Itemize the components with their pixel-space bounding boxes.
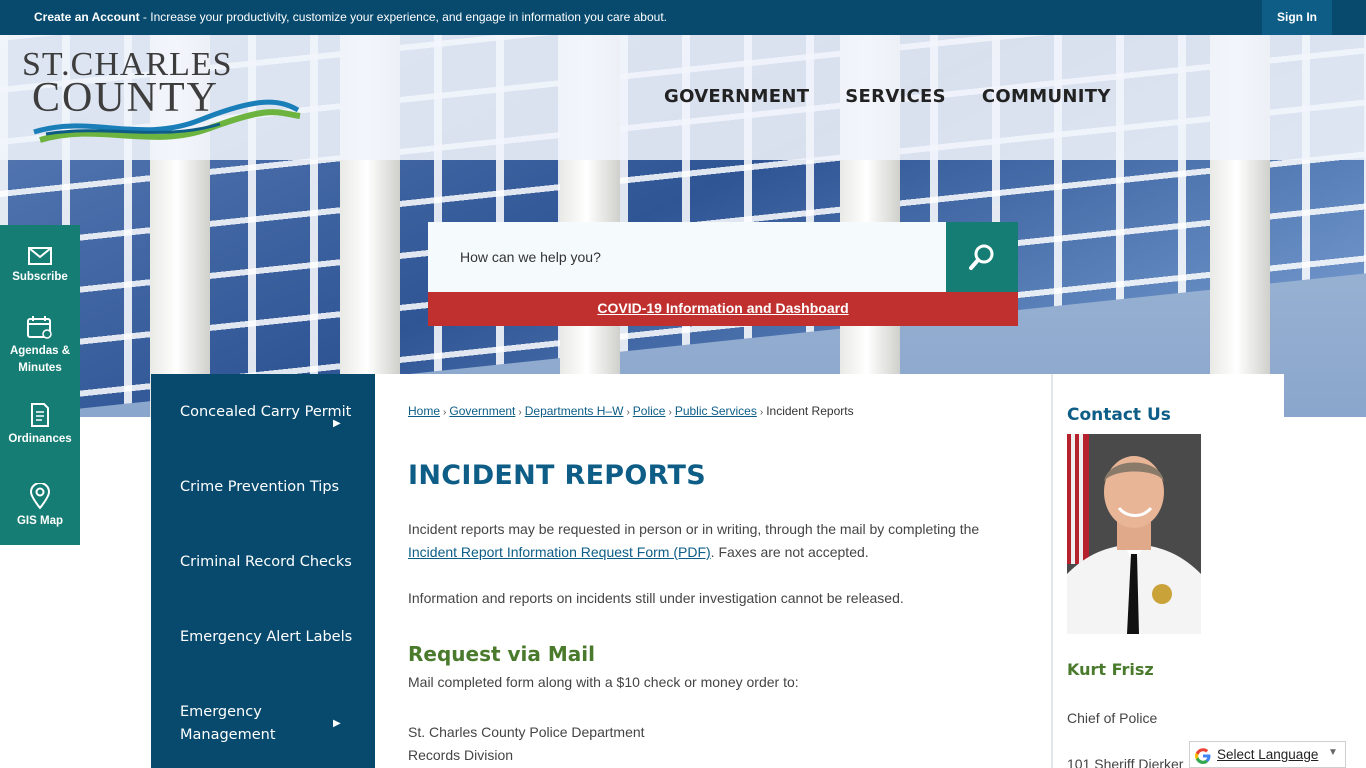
contact-heading: Contact Us [1067, 405, 1171, 425]
top-bar: Create an Account - Increase your produc… [0, 0, 1366, 35]
main-content: Home › Government › Departments H–W › Police › P… [375, 374, 1051, 768]
breadcrumb: Home › Government › Departments H–W › Police › P… [408, 404, 854, 418]
sidenav-item-crime-prevention[interactable]: Crime Prevention Tips [180, 476, 360, 499]
quick-link-label: Agendas & Minutes [9, 345, 71, 374]
breadcrumb-police[interactable]: Police [633, 404, 666, 418]
language-selector[interactable]: Select Language ▼ [1189, 741, 1346, 768]
quick-link-gis-map[interactable]: GIS Map [0, 483, 80, 530]
quick-link-subscribe[interactable]: Subscribe [0, 247, 80, 286]
search-icon [969, 244, 994, 270]
logo-wave-icon [33, 99, 301, 143]
mail-instructions: Mail completed form along with a $10 che… [408, 674, 799, 690]
covid-link[interactable]: COVID-19 Information and Dashboard [597, 300, 848, 316]
sign-in-button[interactable]: Sign In [1262, 0, 1332, 35]
search-box [428, 222, 1018, 292]
nav-community[interactable]: COMMUNITY [982, 86, 1111, 107]
intro-text-end: . Faxes are not accepted. [710, 544, 869, 560]
intro-paragraph: Incident reports may be requested in per… [408, 518, 1008, 564]
quick-link-ordinances[interactable]: Ordinances [0, 403, 80, 448]
contact-panel: Contact Us Kurt Frisz Chief of Police 10… [1051, 374, 1284, 768]
quick-link-label: GIS Map [16, 515, 63, 527]
contact-role: Chief of Police [1067, 710, 1158, 726]
create-account-text: - Increase your productivity, customize … [139, 10, 667, 24]
portrait-image [1067, 434, 1201, 634]
quick-link-label: Subscribe [12, 271, 68, 283]
search-button[interactable] [946, 222, 1018, 292]
expand-arrow-icon[interactable]: ▶ [333, 418, 341, 429]
contact-name: Kurt Frisz [1067, 660, 1154, 679]
mail-heading: Request via Mail [408, 642, 595, 666]
breadcrumb-current: Incident Reports [766, 404, 854, 418]
breadcrumb-departments[interactable]: Departments H–W [525, 404, 624, 418]
expand-arrow-icon[interactable]: ▶ [333, 718, 341, 729]
contact-street: 101 Sheriff Dierker [1067, 756, 1184, 768]
chief-photo [1067, 434, 1201, 634]
calendar-icon [27, 316, 52, 339]
dropdown-arrow-icon[interactable]: ▼ [1328, 747, 1338, 758]
covid-banner: COVID-19 Information and Dashboard [428, 292, 1018, 326]
page-title: INCIDENT REPORTS [408, 460, 706, 491]
address-line: Records Division [408, 747, 514, 763]
sidenav-item-emergency-alert[interactable]: Emergency Alert Labels [180, 626, 360, 649]
nav-services[interactable]: SERVICES [845, 86, 946, 107]
search-input[interactable] [428, 222, 946, 292]
sidenav-item-criminal-record[interactable]: Criminal Record Checks [180, 551, 360, 574]
request-form-link[interactable]: Incident Report Information Request Form… [408, 544, 711, 560]
google-icon [1195, 748, 1211, 764]
intro-text: Incident reports may be requested in per… [408, 521, 980, 537]
county-logo[interactable]: ST.CHARLES COUNTY [20, 44, 310, 154]
envelope-icon [28, 247, 52, 265]
breadcrumb-separator: › [518, 407, 522, 418]
quick-link-agendas[interactable]: Agendas & Minutes [0, 315, 80, 377]
address-line: St. Charles County Police Department [408, 724, 645, 740]
quick-links: Subscribe Agendas & Minutes Ordinances G… [0, 225, 80, 545]
breadcrumb-separator: › [443, 407, 447, 418]
create-account-message[interactable]: Create an Account - Increase your produc… [34, 10, 667, 24]
document-icon [31, 403, 49, 427]
breadcrumb-separator: › [668, 407, 672, 418]
main-navigation: GOVERNMENT SERVICES COMMUNITY [664, 86, 1111, 107]
breadcrumb-separator: › [759, 407, 764, 418]
quick-link-label: Ordinances [8, 433, 72, 445]
nav-government[interactable]: GOVERNMENT [664, 86, 809, 107]
select-language-label[interactable]: Select Language [1217, 747, 1318, 762]
create-account-link[interactable]: Create an Account [34, 10, 140, 24]
breadcrumb-government[interactable]: Government [449, 404, 515, 418]
side-navigation: Concealed Carry Permit ▶ Crime Preventio… [151, 374, 375, 768]
investigation-note: Information and reports on incidents sti… [408, 590, 904, 606]
breadcrumb-public-services[interactable]: Public Services [675, 404, 757, 418]
mailing-address: St. Charles County Police Department Rec… [408, 721, 645, 767]
breadcrumb-separator: › [626, 407, 630, 418]
map-pin-icon [29, 483, 51, 509]
breadcrumb-home[interactable]: Home [408, 404, 440, 418]
